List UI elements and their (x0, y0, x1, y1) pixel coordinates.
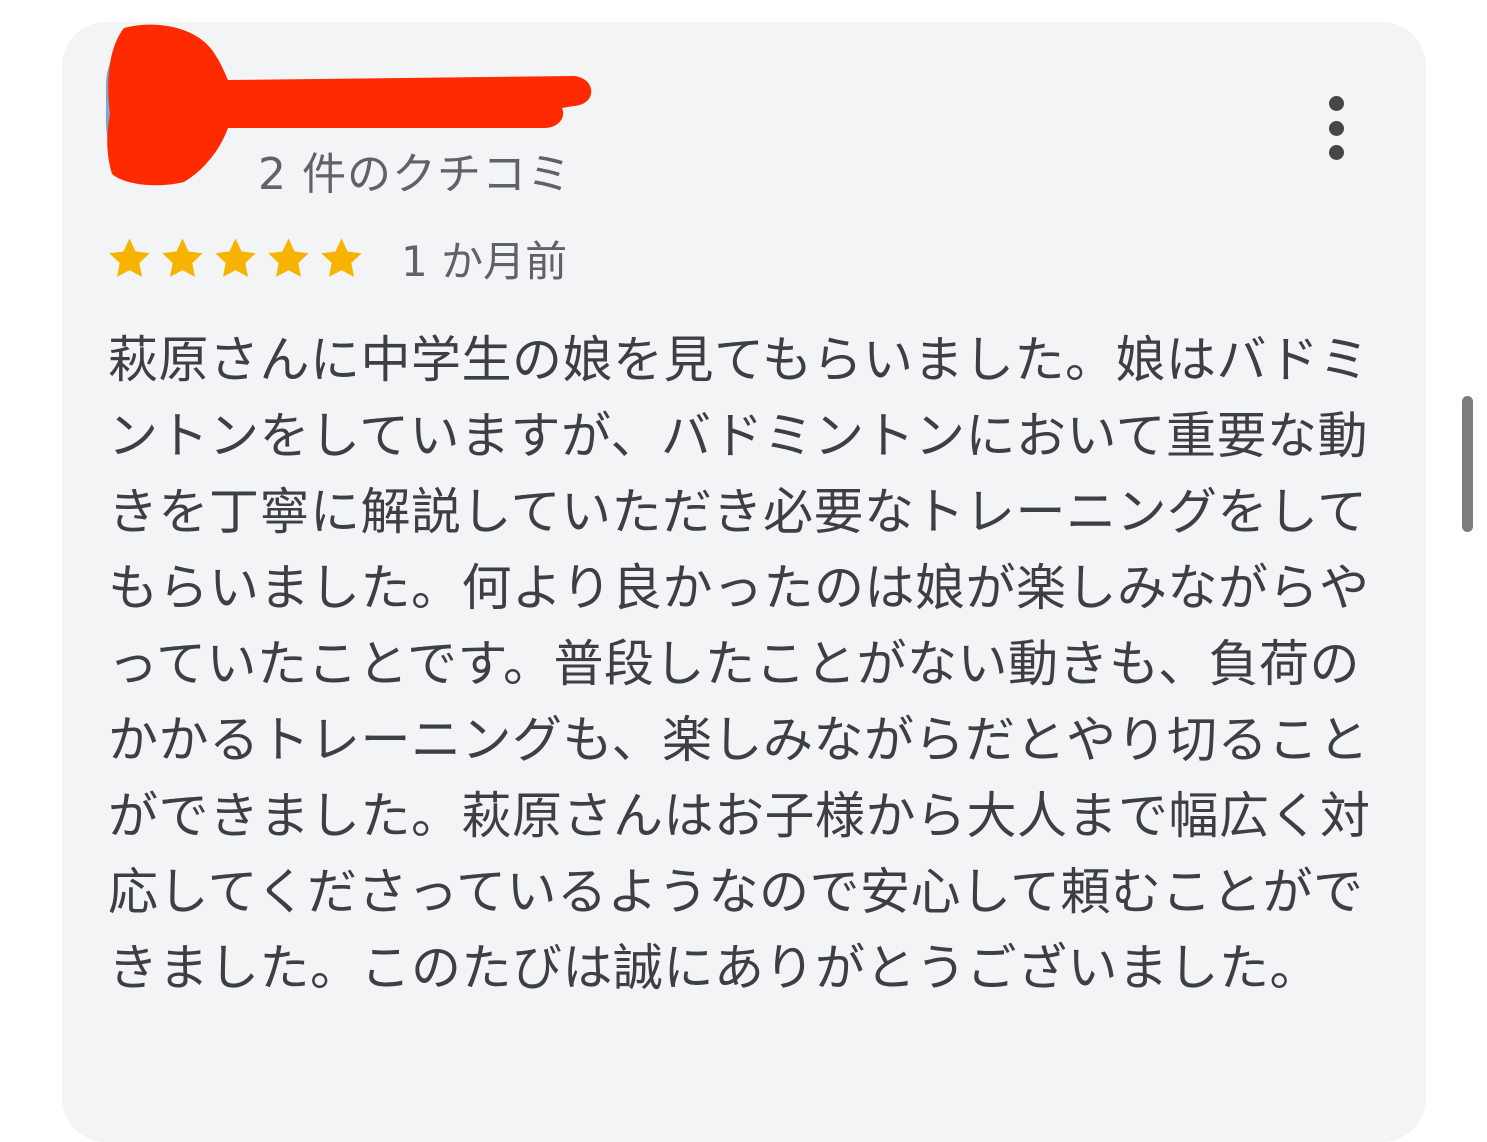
review-body: 萩原さんに中学生の娘を見てもらいました。娘はバドミントンをしていますが、バドミン… (108, 331, 1371, 997)
review-date: 1 か月前 (401, 236, 568, 286)
more-vert-icon (1328, 96, 1344, 111)
star-icon (162, 238, 203, 277)
star-icon (215, 238, 256, 277)
star-rating (106, 235, 365, 282)
star-icon (109, 238, 150, 277)
review-count: 2 件のクチコミ (258, 149, 572, 200)
more-options-button[interactable] (1310, 90, 1362, 166)
star-icon (321, 238, 362, 277)
star-icon (268, 238, 309, 277)
rating-row: 1 か月前 (106, 230, 567, 286)
scrollbar[interactable] (1462, 396, 1473, 532)
